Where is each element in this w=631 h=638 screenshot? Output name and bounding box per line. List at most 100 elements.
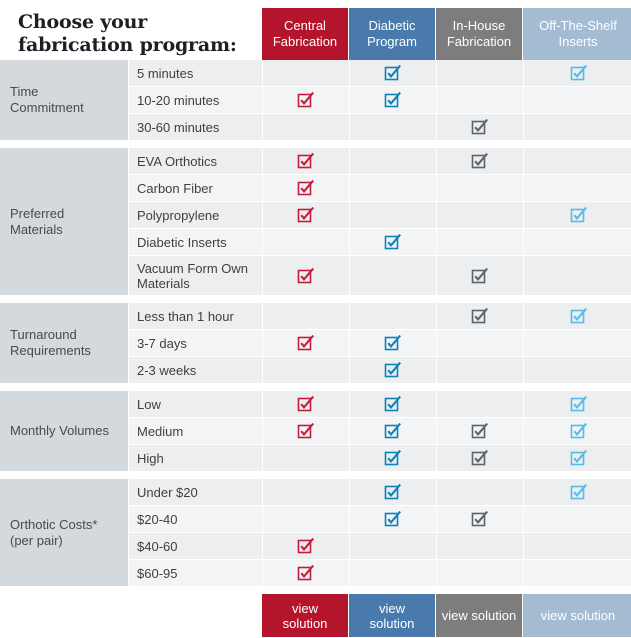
checkmark-icon (384, 233, 402, 251)
table-row: Medium (129, 417, 631, 444)
table-row: 10-20 minutes (129, 86, 631, 113)
checkmark-icon (384, 422, 402, 440)
checkmark-icon (297, 206, 315, 224)
row-label: Diabetic Inserts (129, 229, 262, 255)
section-category-label: Turnaround Requirements (0, 303, 128, 383)
cell-diabetic (350, 506, 436, 532)
cell-diabetic (350, 357, 436, 383)
cell-diabetic (350, 114, 436, 140)
checkmark-icon (384, 91, 402, 109)
checkmark-icon (384, 483, 402, 501)
cell-central (263, 60, 349, 86)
cell-inhouse (437, 506, 523, 532)
fabrication-program-comparison-table: Choose your fabrication program: Central… (0, 0, 631, 638)
row-label: Vacuum Form Own Materials (129, 256, 262, 295)
column-header-inhouse[interactable]: In-House Fabrication (436, 8, 522, 60)
section-rows: EVA Orthotics Carbon Fiber Polypropylene Di… (129, 148, 631, 295)
cell-central (263, 114, 349, 140)
column-header-diabetic[interactable]: Diabetic Program (349, 8, 435, 60)
cell-diabetic (350, 445, 436, 471)
cell-diabetic (350, 256, 436, 295)
cell-inhouse (437, 60, 523, 86)
section-rows: Low Medium High (129, 391, 631, 471)
table-row: Vacuum Form Own Materials (129, 255, 631, 295)
table-row: 5 minutes (129, 60, 631, 86)
view-solution-button-central[interactable]: view solution (262, 594, 348, 637)
table-row: 30-60 minutes (129, 113, 631, 140)
checkmark-icon (471, 422, 489, 440)
row-label: $60-95 (129, 560, 262, 586)
row-label: $20-40 (129, 506, 262, 532)
row-label: 2-3 weeks (129, 357, 262, 383)
checkmark-icon (297, 179, 315, 197)
cell-central (263, 445, 349, 471)
cell-diabetic (350, 148, 436, 174)
cell-offshelf (524, 560, 631, 586)
section-rows: Under $20 $20-40 $40-60 $60-95 (129, 479, 631, 586)
cell-offshelf (524, 330, 631, 356)
cell-inhouse (437, 229, 523, 255)
view-solution-button-inhouse[interactable]: view solution (436, 594, 522, 637)
row-label: Carbon Fiber (129, 175, 262, 201)
footer-actions: view solution view solution view solution vie… (0, 594, 631, 637)
row-label: 3-7 days (129, 330, 262, 356)
section-rows: Less than 1 hour 3-7 days 2-3 weeks (129, 303, 631, 383)
row-label: 5 minutes (129, 60, 262, 86)
checkmark-icon (570, 206, 588, 224)
table-row: Less than 1 hour (129, 303, 631, 329)
cell-inhouse (437, 175, 523, 201)
checkmark-icon (384, 64, 402, 82)
cell-central (263, 175, 349, 201)
checkmark-icon (471, 118, 489, 136)
cell-central (263, 357, 349, 383)
cell-offshelf (524, 114, 631, 140)
table-section: Turnaround Requirements Less than 1 hour 3-… (0, 303, 631, 383)
cell-diabetic (350, 330, 436, 356)
cell-offshelf (524, 303, 631, 329)
cell-inhouse (437, 87, 523, 113)
cell-offshelf (524, 148, 631, 174)
checkmark-icon (297, 267, 315, 285)
cell-offshelf (524, 391, 631, 417)
table-section: Time Commitment 5 minutes 10-20 minutes 30-6… (0, 60, 631, 140)
cell-diabetic (350, 60, 436, 86)
cell-inhouse (437, 560, 523, 586)
column-header-central[interactable]: Central Fabrication (262, 8, 348, 60)
section-rows: 5 minutes 10-20 minutes 30-60 minutes (129, 60, 631, 140)
cell-diabetic (350, 479, 436, 505)
cell-offshelf (524, 202, 631, 228)
checkmark-icon (297, 422, 315, 440)
cell-offshelf (524, 479, 631, 505)
row-label: $40-60 (129, 533, 262, 559)
view-solution-button-offshelf[interactable]: view solution (523, 594, 631, 637)
cell-diabetic (350, 229, 436, 255)
checkmark-icon (471, 510, 489, 528)
cell-central (263, 229, 349, 255)
cell-offshelf (524, 60, 631, 86)
cell-offshelf (524, 533, 631, 559)
column-header-offshelf[interactable]: Off-The-Shelf Inserts (523, 8, 631, 60)
section-category-label: Time Commitment (0, 60, 128, 140)
checkmark-icon (384, 361, 402, 379)
table-row: 2-3 weeks (129, 356, 631, 383)
row-label: Medium (129, 418, 262, 444)
table-row: Under $20 (129, 479, 631, 505)
section-category-label: Monthly Volumes (0, 391, 128, 471)
checkmark-icon (297, 395, 315, 413)
cell-inhouse (437, 202, 523, 228)
checkmark-icon (570, 422, 588, 440)
view-solution-button-diabetic[interactable]: view solution (349, 594, 435, 637)
cell-inhouse (437, 114, 523, 140)
checkmark-icon (384, 334, 402, 352)
checkmark-icon (570, 449, 588, 467)
cell-offshelf (524, 445, 631, 471)
cell-diabetic (350, 391, 436, 417)
table-row: Diabetic Inserts (129, 228, 631, 255)
table-section: Preferred Materials EVA Orthotics Carbon Fi… (0, 148, 631, 295)
cell-central (263, 391, 349, 417)
checkmark-icon (297, 564, 315, 582)
checkmark-icon (384, 395, 402, 413)
cell-diabetic (350, 560, 436, 586)
cell-inhouse (437, 303, 523, 329)
cell-diabetic (350, 533, 436, 559)
